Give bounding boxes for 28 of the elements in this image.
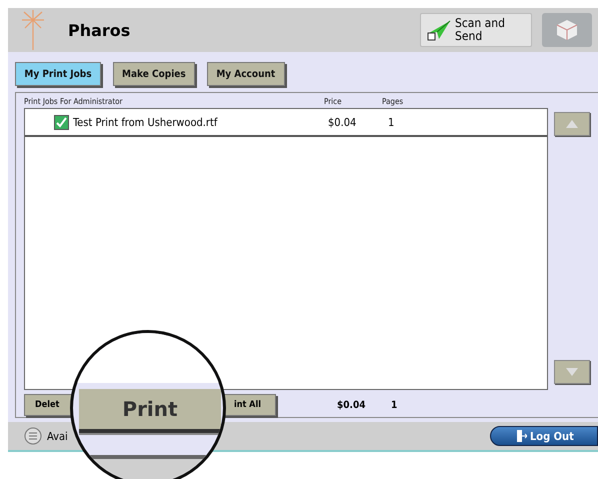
log-out-button[interactable]: Log Out xyxy=(490,426,598,446)
scroll-up-button[interactable] xyxy=(554,112,590,136)
total-pages: 1 xyxy=(391,400,398,410)
cube-icon xyxy=(556,19,578,41)
down-triangle-icon xyxy=(566,368,578,376)
tab[interactable]: My Account xyxy=(206,62,285,86)
print-button[interactable]: Print xyxy=(79,389,221,433)
delete-button[interactable]: Delet xyxy=(24,394,72,416)
print-all-button[interactable]: int All xyxy=(222,394,276,416)
exit-door-icon xyxy=(517,430,527,442)
job-name: Test Print from Usherwood.rtf xyxy=(73,116,218,128)
app-title: Pharos xyxy=(68,20,132,40)
up-triangle-icon xyxy=(566,120,578,128)
job-price: $0.04 xyxy=(328,116,358,128)
list-heading: Print Jobs For Administrator xyxy=(24,97,124,108)
scroll-down-button[interactable] xyxy=(554,360,590,384)
lighthouse-logo-icon xyxy=(20,10,46,50)
box-button[interactable] xyxy=(542,13,592,47)
column-header: Price xyxy=(324,97,343,108)
status-text: Avai xyxy=(47,430,69,442)
total-price: $0.04 xyxy=(337,400,366,410)
scan-and-send-button[interactable]: Scan and Send xyxy=(420,13,532,47)
paper-plane-icon xyxy=(427,19,451,41)
column-header: Pages xyxy=(382,97,404,108)
checkbox[interactable] xyxy=(54,114,69,130)
tab[interactable]: Make Copies xyxy=(113,62,195,86)
tab[interactable]: My Print Jobs xyxy=(15,62,101,86)
job-pages: 1 xyxy=(388,116,394,128)
